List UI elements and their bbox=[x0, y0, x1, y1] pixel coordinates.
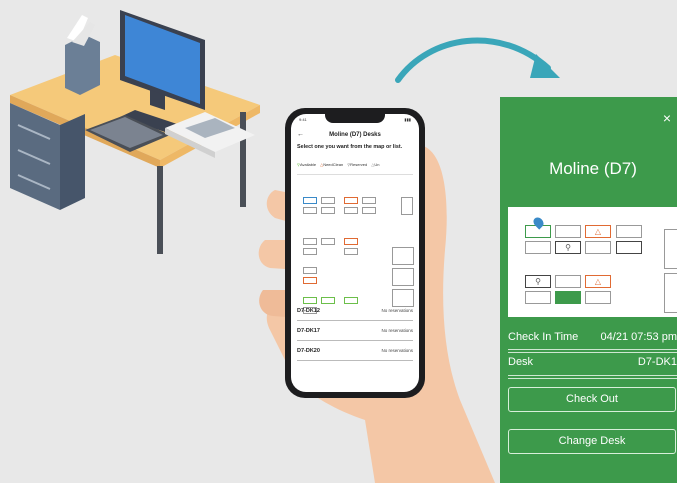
list-item[interactable]: D7-DK12 No reservations bbox=[297, 301, 413, 321]
divider bbox=[508, 349, 677, 350]
desk-cell[interactable] bbox=[303, 197, 317, 204]
desk-cell[interactable]: △ bbox=[585, 225, 611, 238]
phone-desk-map bbox=[297, 174, 414, 314]
divider bbox=[508, 375, 677, 376]
desk-cell[interactable] bbox=[344, 207, 358, 214]
desk-cell[interactable] bbox=[525, 291, 551, 304]
phone-header-title: Moline (D7) Desks bbox=[329, 132, 381, 138]
desk-cell[interactable] bbox=[321, 197, 335, 204]
checkin-row: Check In Time 04/21 07:53 pm bbox=[508, 331, 677, 343]
desk-cell[interactable] bbox=[392, 247, 414, 265]
desk-cell[interactable] bbox=[585, 241, 611, 254]
desk-value: D7-DK1 bbox=[637, 356, 677, 368]
legend-available: ⚲Available bbox=[297, 162, 317, 167]
desk-illustration bbox=[10, 10, 260, 254]
desk-cell[interactable] bbox=[303, 238, 317, 245]
panel-title: Moline (D7) bbox=[549, 159, 637, 178]
desk-cell[interactable] bbox=[303, 267, 317, 274]
desk-cell[interactable] bbox=[401, 197, 413, 215]
legend-unavailable: △Un bbox=[371, 162, 380, 167]
desk-cell[interactable] bbox=[321, 238, 335, 245]
signal-icon: ▮▮▮ bbox=[404, 117, 411, 122]
desk-cell[interactable] bbox=[303, 277, 317, 284]
desk-cell[interactable] bbox=[362, 207, 376, 214]
desk-detail-panel: × Moline (D7) △ ⚲ ⚲ △ Check In Time 04/2… bbox=[500, 97, 677, 483]
desk-cell[interactable] bbox=[555, 275, 581, 288]
close-icon[interactable]: × bbox=[663, 111, 671, 125]
status-bar: 9:41 ▮▮▮ bbox=[299, 117, 411, 122]
list-item[interactable]: D7-DK20 No reservations bbox=[297, 341, 413, 361]
desk-status: No reservations bbox=[381, 308, 413, 313]
desk-row: Desk D7-DK1 bbox=[508, 356, 677, 368]
desk-cell[interactable] bbox=[664, 229, 677, 269]
desk-cell[interactable] bbox=[555, 225, 581, 238]
desk-label: Desk bbox=[508, 356, 534, 368]
desk-cell[interactable] bbox=[392, 268, 414, 286]
desk-cell[interactable] bbox=[321, 207, 335, 214]
divider bbox=[508, 352, 677, 353]
desk-cell[interactable] bbox=[344, 238, 358, 245]
desk-cell[interactable] bbox=[362, 197, 376, 204]
desk-cell[interactable] bbox=[303, 207, 317, 214]
desk-status: No reservations bbox=[381, 348, 413, 353]
desk-id: D7-DK17 bbox=[297, 327, 320, 334]
list-item[interactable]: D7-DK17 No reservations bbox=[297, 321, 413, 341]
desk-cell[interactable] bbox=[664, 273, 677, 313]
check-out-button[interactable]: Check Out bbox=[508, 387, 676, 412]
desk-cell[interactable] bbox=[303, 248, 317, 255]
desk-cell[interactable] bbox=[616, 241, 642, 254]
legend: ⚲Available △NeedClean ⚲Reserved △Un bbox=[297, 162, 419, 167]
desk-id: D7-DK20 bbox=[297, 347, 320, 354]
desk-status: No reservations bbox=[381, 328, 413, 333]
phone-screen: 9:41 ▮▮▮ ← Moline (D7) Desks Select one … bbox=[291, 114, 419, 392]
smartphone: 9:41 ▮▮▮ ← Moline (D7) Desks Select one … bbox=[285, 108, 425, 398]
divider bbox=[508, 378, 677, 379]
panel-desk-map: △ ⚲ ⚲ △ bbox=[508, 207, 677, 317]
desk-cell[interactable]: ⚲ bbox=[555, 241, 581, 254]
checkin-label: Check In Time bbox=[508, 331, 579, 343]
curved-arrow-icon bbox=[395, 37, 560, 83]
instruction-text: Select one you want from the map or list… bbox=[297, 144, 403, 150]
desk-cell-selected[interactable] bbox=[555, 291, 581, 304]
desk-cell[interactable]: ⚲ bbox=[525, 275, 551, 288]
desk-cell[interactable] bbox=[344, 248, 358, 255]
desk-cell[interactable]: △ bbox=[585, 275, 611, 288]
desk-list: D7-DK12 No reservations D7-DK17 No reser… bbox=[297, 301, 413, 361]
desk-cell[interactable] bbox=[585, 291, 611, 304]
legend-needclean: △NeedClean bbox=[320, 162, 344, 167]
checkin-value: 04/21 07:53 pm bbox=[600, 331, 677, 343]
desk-cell[interactable] bbox=[616, 225, 642, 238]
desk-cell[interactable] bbox=[344, 197, 358, 204]
legend-reserved: ⚲Reserved bbox=[347, 162, 368, 167]
change-desk-button[interactable]: Change Desk bbox=[508, 429, 676, 454]
desk-cell[interactable] bbox=[525, 241, 551, 254]
status-time: 9:41 bbox=[299, 117, 307, 122]
desk-id: D7-DK12 bbox=[297, 307, 320, 314]
